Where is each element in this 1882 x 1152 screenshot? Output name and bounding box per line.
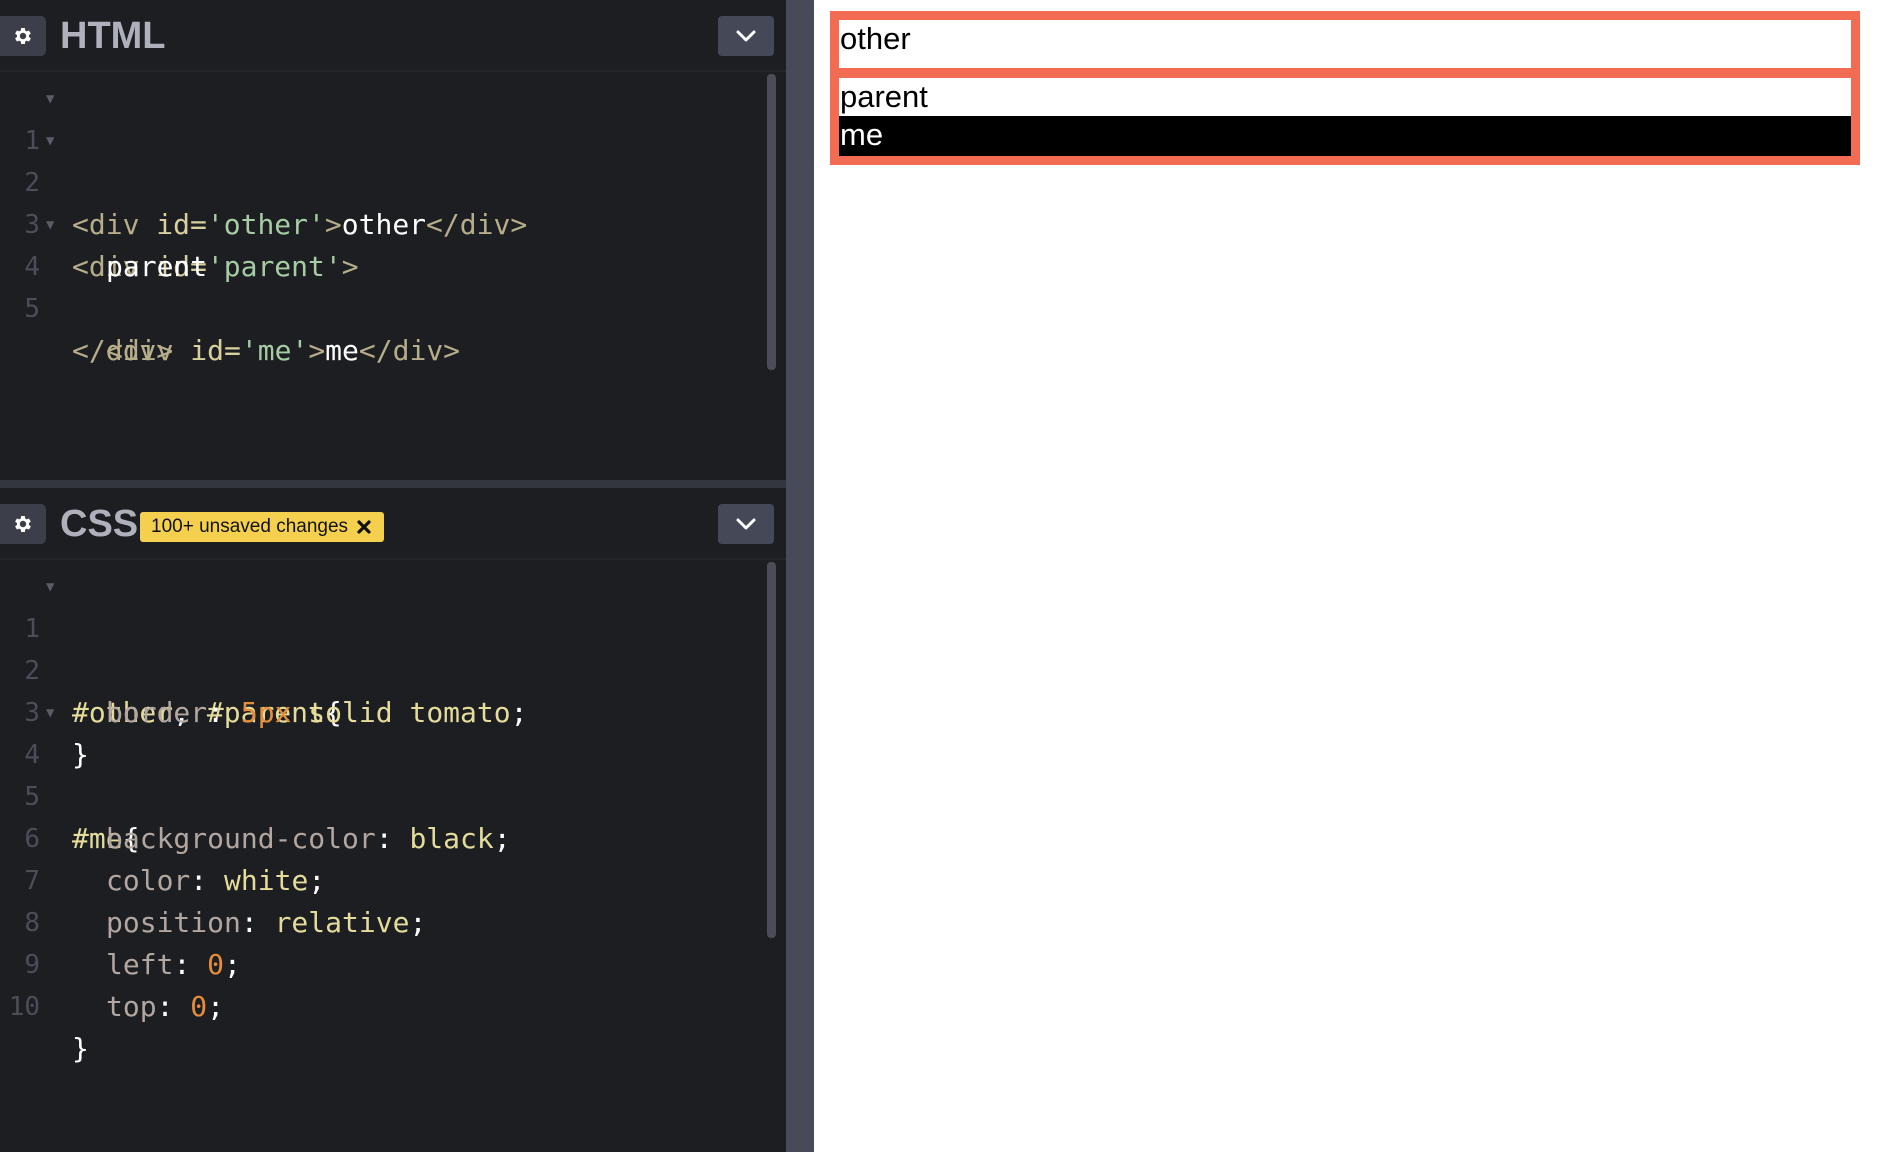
code-line: 9 top: 0; [0, 902, 786, 1023]
code-line: 2 border: 5px solid tomato; [0, 608, 786, 729]
css-panel-title: CSS [60, 503, 139, 545]
code-line: 8 left: 0; [0, 860, 786, 981]
result-other-box: other [830, 11, 1860, 77]
result-other-text: other [840, 21, 911, 56]
code-line: 3 } [0, 650, 786, 771]
code-line: 10 } [0, 944, 786, 1065]
fold-arrow-icon[interactable]: ▼ [46, 78, 54, 120]
editor-column: HTML 1 ▼ <div id='other'>other</div> 2 ▼… [0, 0, 786, 1152]
html-settings-button[interactable] [0, 16, 46, 56]
chevron-down-icon [736, 518, 756, 530]
fold-arrow-icon[interactable]: ▼ [46, 120, 54, 162]
css-code-area[interactable]: 1 ▼ #other, #parent{ 2 border: 5px solid… [0, 566, 786, 1065]
result-parent-box: parent me [830, 69, 1860, 165]
result-preview: other parent me [814, 0, 1882, 1152]
html-code-area[interactable]: 1 ▼ <div id='other'>other</div> 2 ▼ <div… [0, 78, 786, 367]
gear-icon [15, 516, 31, 532]
code-line: 4 ▼ #me{ [0, 692, 786, 855]
panel-resize-handle[interactable] [0, 480, 786, 488]
unsaved-changes-label: 100+ unsaved changes [151, 516, 349, 537]
html-panel-title: HTML [60, 15, 166, 57]
line-number: 5 [24, 294, 40, 324]
dismiss-badge-button[interactable] [356, 519, 372, 535]
fold-arrow-icon[interactable]: ▼ [46, 566, 54, 608]
chevron-down-icon [736, 30, 756, 42]
result-me-box: me [839, 116, 1851, 156]
line-number: 10 [8, 992, 40, 1022]
code-line: 7 position: relative; [0, 818, 786, 939]
code-line: 1 ▼ <div id='other'>other</div> [0, 78, 786, 241]
css-settings-button[interactable] [0, 504, 46, 544]
code-line: 4 ▼ <div id='me'>me</div> [0, 204, 786, 367]
code-line: 1 ▼ #other, #parent{ [0, 566, 786, 729]
code-line: 6 color: white; [0, 776, 786, 897]
fold-arrow-icon[interactable]: ▼ [46, 692, 54, 734]
html-collapse-button[interactable] [718, 16, 774, 56]
html-editor-panel: HTML 1 ▼ <div id='other'>other</div> 2 ▼… [0, 0, 786, 480]
fold-arrow-icon[interactable]: ▼ [46, 204, 54, 246]
code-line: 3 parent [0, 162, 786, 283]
close-icon [357, 520, 371, 534]
html-panel-header: HTML [0, 0, 786, 72]
css-panel-header: CSS 100+ unsaved changes [0, 488, 786, 560]
code-line: 2 ▼ <div id='parent'> [0, 120, 786, 283]
code-text: </div> [72, 334, 174, 367]
html-scrollbar[interactable] [767, 74, 776, 370]
code-line: 5 background-color: black; [0, 734, 786, 855]
code-line: 5 </div> [0, 246, 786, 367]
css-editor-panel: CSS 100+ unsaved changes 1 ▼ #other, #pa [0, 488, 786, 1152]
result-parent-text: parent [840, 79, 928, 114]
preview-resize-handle[interactable] [786, 0, 814, 1152]
gear-icon [15, 28, 31, 44]
code-text: } [72, 1032, 89, 1065]
css-collapse-button[interactable] [718, 504, 774, 544]
unsaved-changes-badge: 100+ unsaved changes [140, 512, 385, 542]
css-scrollbar[interactable] [767, 562, 776, 938]
